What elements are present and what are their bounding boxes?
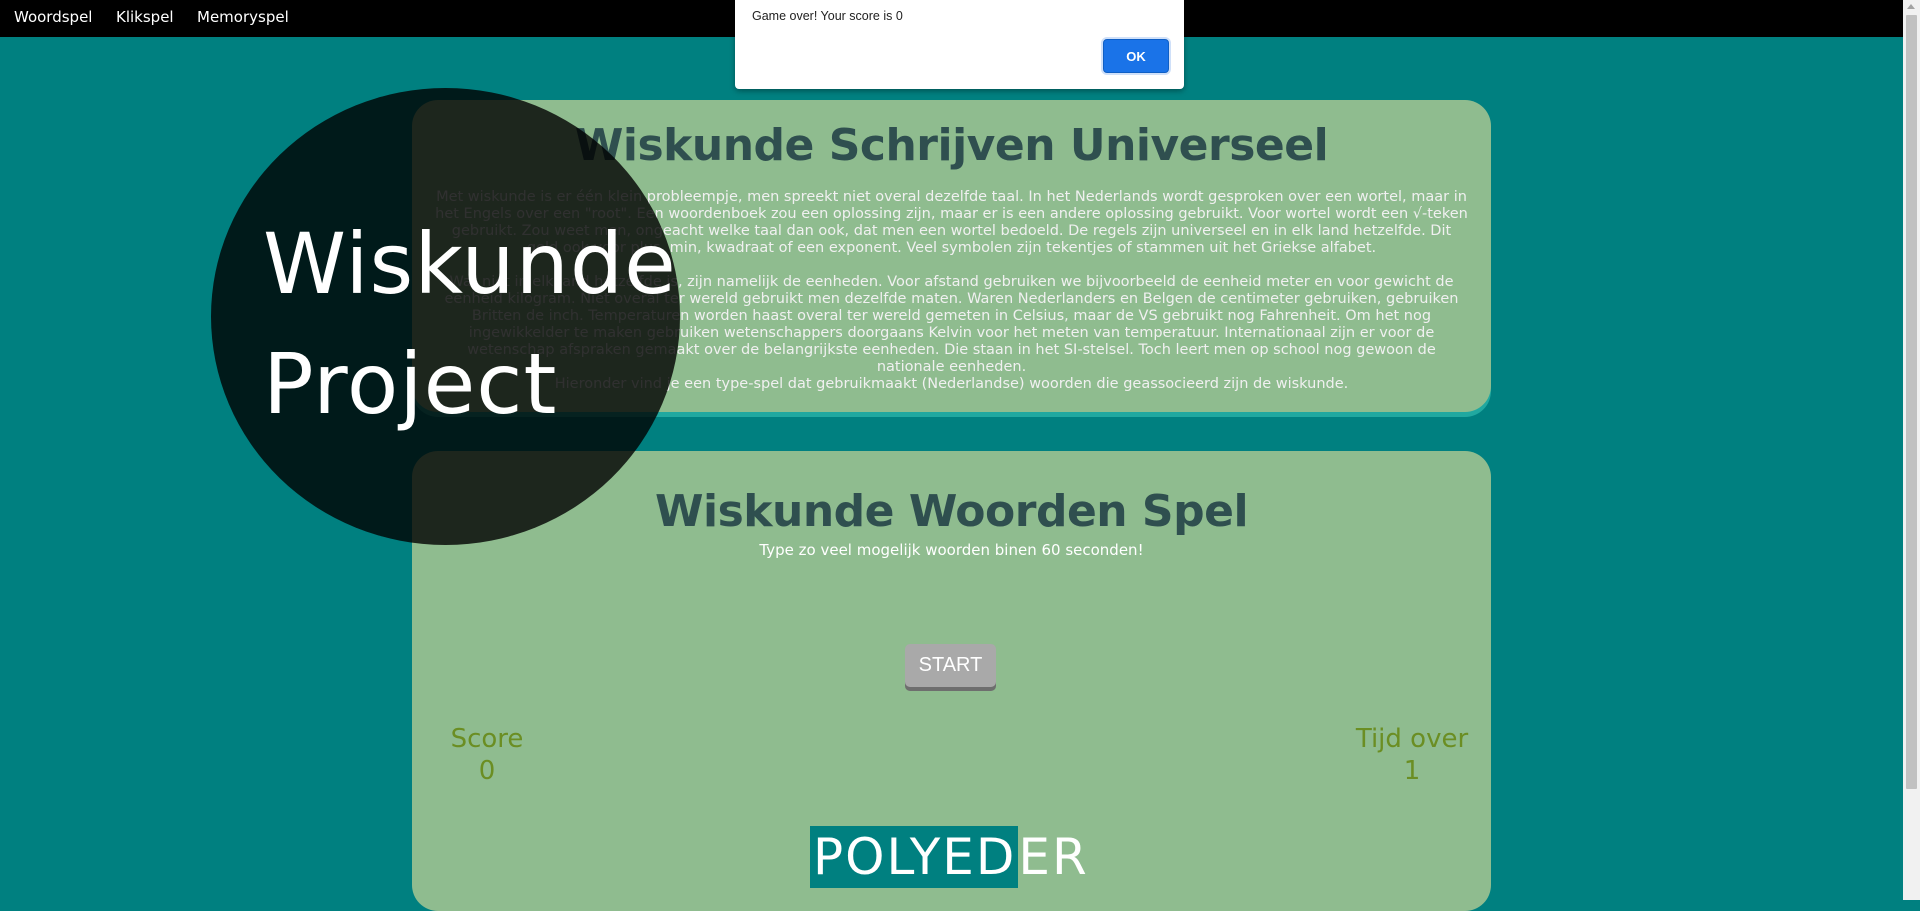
word-typed-part: POLYED (810, 826, 1019, 888)
alert-dialog: Game over! Your score is 0 OK (735, 0, 1184, 89)
game-card: Wiskunde Woorden Spel Type zo veel mogel… (412, 451, 1491, 911)
alert-message: Game over! Your score is 0 (752, 9, 903, 23)
score-value: 0 (478, 756, 496, 786)
project-title: Wiskunde Project (263, 204, 677, 444)
alert-ok-button[interactable]: OK (1103, 39, 1169, 73)
project-title-line-1: Wiskunde (263, 215, 677, 313)
game-subtitle: Type zo veel mogelijk woorden binen 60 s… (759, 541, 1144, 559)
scroll-up-arrow-icon[interactable] (1907, 4, 1915, 9)
nav-item-memoryspel[interactable]: Memoryspel (197, 0, 289, 37)
scroll-thumb[interactable] (1906, 15, 1917, 789)
nav-item-klikspel[interactable]: Klikspel (116, 0, 174, 37)
score-label: Score (450, 724, 524, 754)
time-label: Tijd over (1355, 724, 1469, 754)
time-value: 1 (1403, 756, 1421, 786)
vertical-scrollbar[interactable] (1903, 0, 1920, 900)
project-title-line-2: Project (263, 335, 558, 433)
nav-item-woordspel[interactable]: Woordspel (14, 0, 92, 37)
time-block: Tijd over 1 (1342, 723, 1482, 787)
score-block: Score 0 (442, 723, 532, 787)
start-button[interactable]: START (905, 644, 996, 687)
current-word: POLYEDER (810, 826, 1089, 888)
word-remaining-part: ER (1018, 828, 1089, 886)
